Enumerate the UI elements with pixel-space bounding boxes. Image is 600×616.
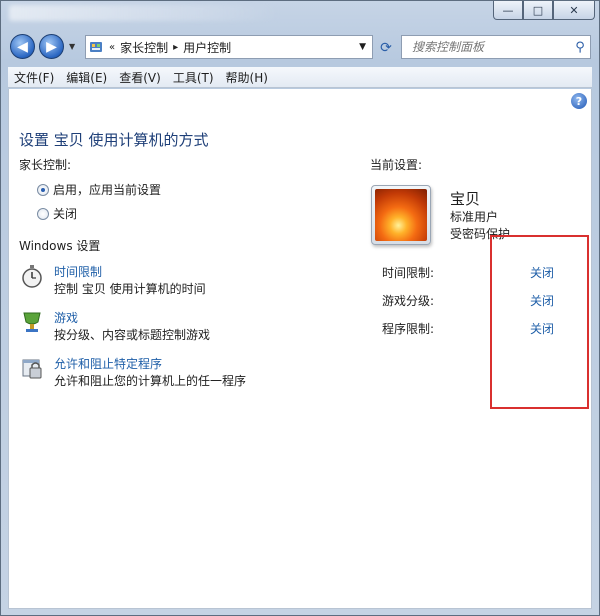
setting-label-game-ratings: 游戏分级: bbox=[382, 294, 435, 308]
breadcrumb-user-controls[interactable]: 用户控制 bbox=[183, 39, 231, 56]
user-name: 宝贝 bbox=[450, 190, 481, 208]
menu-view[interactable]: 查看(V) bbox=[113, 69, 167, 86]
control-panel-window: — □ ✕ ◀ ▶ ▼ « 家长控制 ▸ 用户控制 ▼ ⟳ 搜索控制面板 ⚲ 文… bbox=[0, 0, 600, 616]
task-program-limits: 允许和阻止特定程序 允许和阻止您的计算机上的任一程序 bbox=[19, 355, 349, 391]
menu-file[interactable]: 文件(F) bbox=[8, 69, 60, 86]
current-settings-label: 当前设置: bbox=[370, 158, 423, 172]
menu-edit[interactable]: 编辑(E) bbox=[60, 69, 113, 86]
radio-enabled-label[interactable]: 启用，应用当前设置 bbox=[53, 181, 161, 198]
time-limits-description: 控制 宝贝 使用计算机的时间 bbox=[54, 282, 206, 296]
minimize-button[interactable]: — bbox=[493, 1, 523, 20]
address-bar[interactable]: « 家长控制 ▸ 用户控制 ▼ bbox=[85, 35, 373, 59]
menu-tools[interactable]: 工具(T) bbox=[167, 69, 220, 86]
task-time-limits: 时间限制 控制 宝贝 使用计算机的时间 bbox=[19, 263, 349, 299]
search-input[interactable] bbox=[402, 39, 570, 55]
radio-off-label[interactable]: 关闭 bbox=[53, 205, 77, 222]
help-icon[interactable]: ? bbox=[571, 93, 587, 109]
radio-off[interactable] bbox=[37, 207, 49, 220]
parental-controls-label: 家长控制: bbox=[19, 158, 72, 172]
back-arrow-icon[interactable]: ◀ bbox=[10, 34, 35, 59]
breadcrumb-separator-icon[interactable]: ▸ bbox=[173, 42, 178, 53]
stopwatch-icon bbox=[19, 263, 45, 289]
user-picture bbox=[375, 189, 427, 241]
radio-off-row[interactable]: 关闭 bbox=[37, 205, 77, 222]
forward-arrow-icon[interactable]: ▶ bbox=[39, 34, 64, 59]
title-bar[interactable]: — □ ✕ bbox=[1, 1, 599, 29]
recent-pages-dropdown-icon[interactable]: ▼ bbox=[69, 42, 75, 51]
user-type: 标准用户 bbox=[450, 210, 499, 224]
radio-enabled[interactable] bbox=[37, 183, 49, 196]
program-blocker-icon bbox=[19, 355, 45, 381]
window-controls: — □ ✕ bbox=[493, 1, 595, 20]
address-dropdown-icon[interactable]: ▼ bbox=[359, 42, 366, 52]
task-games: 游戏 按分级、内容或标题控制游戏 bbox=[19, 309, 349, 345]
breadcrumb-overflow[interactable]: « bbox=[109, 42, 115, 53]
close-button[interactable]: ✕ bbox=[553, 1, 595, 20]
control-panel-icon bbox=[88, 39, 104, 55]
games-description: 按分级、内容或标题控制游戏 bbox=[54, 328, 211, 342]
breadcrumb-parental-controls[interactable]: 家长控制 bbox=[120, 39, 168, 56]
time-limits-link[interactable]: 时间限制 bbox=[54, 263, 102, 280]
menu-help[interactable]: 帮助(H) bbox=[220, 69, 274, 86]
game-controller-icon bbox=[19, 309, 45, 335]
program-limits-link[interactable]: 允许和阻止特定程序 bbox=[54, 355, 162, 372]
annotation-highlight-box bbox=[490, 235, 589, 409]
blurred-title-text bbox=[9, 5, 279, 21]
windows-settings-label: Windows 设置 bbox=[19, 239, 101, 253]
refresh-icon[interactable]: ⟳ bbox=[375, 37, 397, 59]
navigation-bar: ◀ ▶ ▼ « 家长控制 ▸ 用户控制 ▼ ⟳ ⚲ bbox=[1, 31, 599, 63]
search-box[interactable]: ⚲ bbox=[401, 35, 591, 59]
avatar[interactable] bbox=[371, 185, 431, 245]
games-link[interactable]: 游戏 bbox=[54, 309, 78, 326]
setting-label-time-limits: 时间限制: bbox=[382, 266, 435, 280]
search-icon[interactable]: ⚲ bbox=[570, 40, 590, 55]
page-title: 设置 宝贝 使用计算机的方式 bbox=[19, 131, 209, 149]
radio-on-row[interactable]: 启用，应用当前设置 bbox=[37, 181, 161, 198]
maximize-button[interactable]: □ bbox=[523, 1, 553, 20]
program-limits-description: 允许和阻止您的计算机上的任一程序 bbox=[54, 374, 247, 388]
setting-label-program-limits: 程序限制: bbox=[382, 322, 435, 336]
menu-bar: 文件(F) 编辑(E) 查看(V) 工具(T) 帮助(H) bbox=[8, 67, 592, 88]
content-pane: ? 设置 宝贝 使用计算机的方式 家长控制: 启用，应用当前设置 关闭 Wind… bbox=[8, 89, 592, 609]
